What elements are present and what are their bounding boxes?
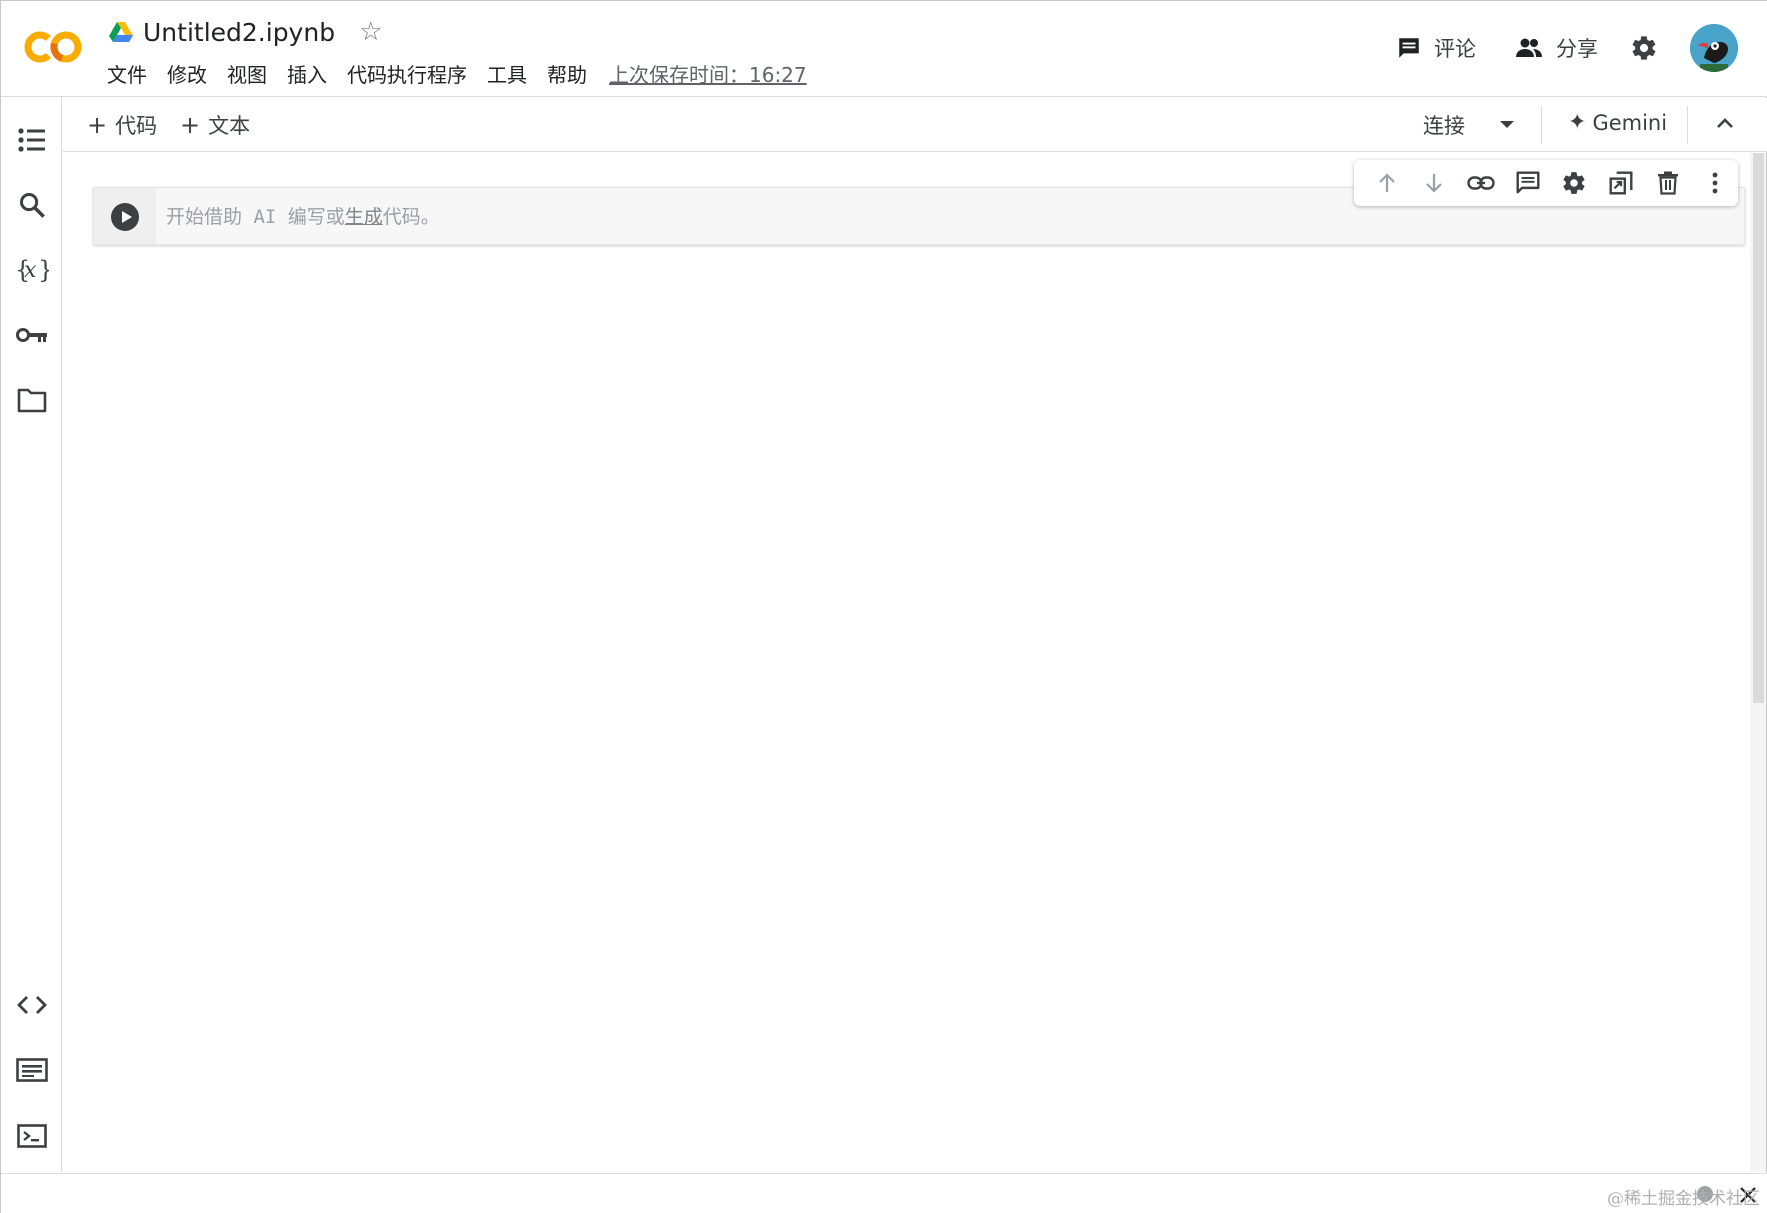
add-text-button[interactable]: + 文本: [180, 110, 250, 140]
search-button[interactable]: [15, 188, 49, 222]
comment-icon: [1516, 171, 1540, 194]
comment-icon: [1399, 38, 1419, 58]
mirror-cell-button[interactable]: [1598, 163, 1645, 203]
settings-icon: [1563, 172, 1585, 194]
star-icon[interactable]: ☆: [359, 19, 382, 45]
plus-icon: +: [180, 111, 201, 139]
notebook-title[interactable]: Untitled2.ipynb: [143, 18, 335, 47]
toolbar-divider: [1687, 106, 1688, 144]
share-button[interactable]: 分享: [1514, 33, 1598, 63]
mirror-cell-icon: [1609, 171, 1633, 195]
files-button[interactable]: [15, 383, 49, 417]
sparkle-icon: ✦: [1568, 110, 1587, 135]
gear-icon: [1632, 36, 1656, 60]
share-label: 分享: [1556, 37, 1598, 61]
add-comment-button[interactable]: [1504, 163, 1551, 203]
copy-link-button[interactable]: [1458, 163, 1505, 203]
colab-logo[interactable]: [23, 27, 87, 67]
toucan-avatar-icon: [1690, 24, 1738, 72]
terminal-button[interactable]: [15, 1119, 49, 1153]
svg-text:}: }: [38, 256, 49, 284]
notebook-scrollbar[interactable]: [1750, 153, 1766, 1172]
gemini-button[interactable]: ✦ Gemini: [1568, 110, 1667, 135]
menu-view[interactable]: 视图: [227, 59, 267, 88]
code-snippets-button[interactable]: [15, 988, 49, 1022]
placeholder-suffix: 代码。: [382, 206, 440, 228]
secrets-button[interactable]: [15, 318, 49, 352]
add-text-label: 文本: [208, 114, 251, 138]
run-cell-icon[interactable]: [110, 202, 140, 232]
delete-cell-button[interactable]: [1645, 163, 1692, 203]
google-drive-icon[interactable]: [109, 21, 133, 43]
command-palette-button[interactable]: [15, 1053, 49, 1087]
plus-icon: +: [87, 111, 108, 139]
command-palette-icon: [16, 1058, 48, 1082]
people-icon: [1516, 38, 1542, 57]
secrets-key-icon: [16, 328, 47, 342]
more-actions-button[interactable]: [1691, 163, 1738, 203]
move-cell-up-button[interactable]: [1364, 163, 1411, 203]
more-vert-icon: [1712, 172, 1718, 194]
comment-button[interactable]: 评论: [1396, 33, 1476, 63]
chevron-up-icon[interactable]: [1713, 112, 1737, 136]
menu-help[interactable]: 帮助: [547, 59, 587, 88]
notebook-toolbar: + 代码 + 文本 连接 ✦ Gemini: [63, 98, 1767, 152]
gemini-label: Gemini: [1592, 110, 1668, 135]
code-snippets-icon: [17, 996, 47, 1014]
colab-window: Untitled2.ipynb ☆ 文件 修改 视图 插入 代码执行程序 工具 …: [0, 0, 1767, 1213]
table-of-contents-icon: [18, 128, 45, 152]
connect-dropdown-icon[interactable]: [1497, 114, 1517, 134]
move-cell-down-button[interactable]: [1411, 163, 1458, 203]
variables-button[interactable]: { x }: [15, 253, 49, 287]
watermark-text: @稀土掘金技术社区: [1607, 1189, 1760, 1209]
toolbar-divider: [1541, 106, 1542, 144]
header-actions: 评论 分享: [1358, 24, 1738, 72]
cell-settings-button[interactable]: [1551, 163, 1598, 203]
user-avatar[interactable]: [1690, 24, 1738, 72]
settings-button[interactable]: [1630, 34, 1658, 62]
add-code-button[interactable]: + 代码: [87, 110, 157, 140]
menu-tools[interactable]: 工具: [487, 59, 527, 88]
generate-link[interactable]: 生成: [345, 206, 383, 228]
menu-file[interactable]: 文件: [107, 59, 147, 88]
title-row: Untitled2.ipynb ☆: [109, 15, 382, 49]
add-code-label: 代码: [115, 114, 158, 138]
menu-insert[interactable]: 插入: [287, 59, 327, 88]
search-icon: [19, 192, 45, 218]
cell-toolbar: [1354, 160, 1738, 206]
files-folder-icon: [17, 388, 47, 413]
svg-text:x: x: [24, 258, 37, 283]
placeholder-prefix: 开始借助 AI 编写或: [166, 206, 345, 228]
menu-edit[interactable]: 修改: [167, 59, 207, 88]
move-down-icon: [1426, 174, 1442, 193]
connect-button[interactable]: 连接: [1423, 110, 1465, 140]
status-bar: @稀土掘金技术社区: [1, 1173, 1767, 1213]
cell-editor-placeholder[interactable]: 开始借助 AI 编写或生成代码。: [166, 202, 440, 229]
scrollbar-thumb[interactable]: [1753, 153, 1764, 703]
menu-bar: 文件 修改 视图 插入 代码执行程序 工具 帮助 上次保存时间：16:27: [107, 59, 807, 88]
move-up-icon: [1379, 173, 1396, 192]
variables-icon: { x }: [15, 256, 49, 284]
table-of-contents-button[interactable]: [15, 123, 49, 157]
terminal-icon: [17, 1124, 47, 1148]
comment-label: 评论: [1434, 37, 1476, 61]
header: Untitled2.ipynb ☆ 文件 修改 视图 插入 代码执行程序 工具 …: [1, 1, 1767, 97]
left-sidebar: { x }: [1, 97, 62, 1172]
delete-icon: [1657, 171, 1678, 195]
last-saved-status[interactable]: 上次保存时间：16:27: [609, 59, 807, 88]
link-icon: [1467, 176, 1495, 190]
menu-runtime[interactable]: 代码执行程序: [347, 59, 467, 88]
